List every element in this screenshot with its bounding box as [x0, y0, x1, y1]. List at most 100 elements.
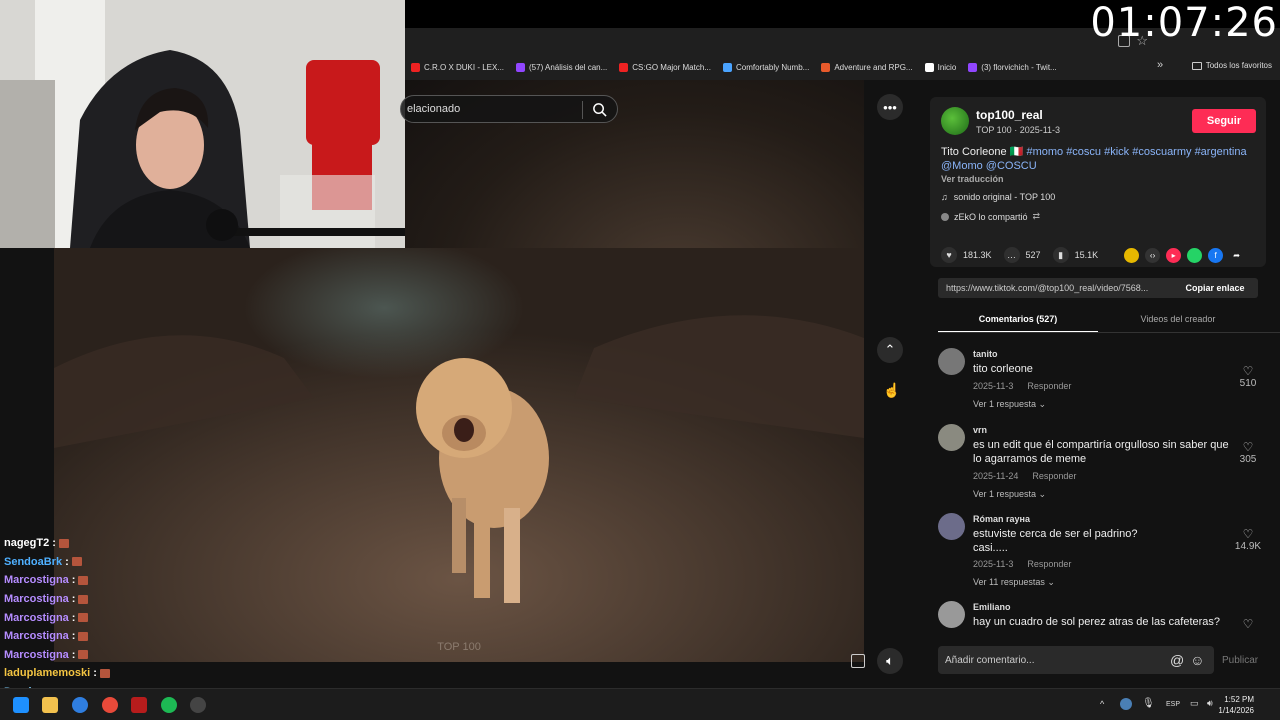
- bookmark-item[interactable]: Inicio: [924, 62, 956, 72]
- previous-video-button[interactable]: ⌃: [877, 337, 903, 363]
- language-indicator[interactable]: ESP: [1166, 701, 1180, 708]
- all-bookmarks-folder[interactable]: Todos los favoritos: [1191, 61, 1272, 70]
- facebook-icon[interactable]: f: [1208, 247, 1224, 263]
- network-icon[interactable]: ▭: [1190, 698, 1199, 709]
- chat-message: Marcostigna:: [0, 627, 292, 646]
- commenter-username[interactable]: tanito: [973, 349, 998, 359]
- tab-comments[interactable]: Comentarios (527): [938, 309, 1098, 333]
- view-replies-button[interactable]: Ver 11 respuestas ⌄: [973, 577, 1055, 588]
- creator-avatar[interactable]: [941, 107, 969, 135]
- translate-link[interactable]: Ver traducción: [941, 174, 1004, 184]
- post-actions: ♥ 181.3K … 527 ▮ 15.1K ‹› ▸ f ➦: [941, 245, 1261, 265]
- bookmark-item[interactable]: Comfortably Numb...: [722, 62, 809, 72]
- bookmark-label: Adventure and RPG...: [834, 62, 913, 72]
- commenter-avatar[interactable]: [938, 601, 965, 628]
- music-note-icon: ♫: [941, 192, 948, 202]
- volume-button[interactable]: 🔈︎: [877, 648, 903, 674]
- floating-player-icon[interactable]: [851, 654, 865, 668]
- tab-creator-videos[interactable]: Videos del creador: [1098, 309, 1258, 333]
- edge-icon[interactable]: [72, 697, 88, 713]
- chat-emote-icon: [78, 631, 89, 641]
- view-replies-button[interactable]: Ver 1 respuesta ⌄: [973, 489, 1046, 500]
- chat-separator: :: [52, 537, 56, 550]
- stream-chat: nagegT2: SendoaBrk: Marcostigna: Marcostign…: [0, 534, 292, 698]
- comment-count: 527: [1025, 250, 1041, 260]
- commenter-username[interactable]: Róman raуна: [973, 514, 1030, 524]
- share-arrow-icon[interactable]: ➦: [1229, 248, 1244, 263]
- bookmark-favicon-icon: [924, 62, 934, 72]
- bookmark-item[interactable]: CS:GO Major Match...: [619, 62, 711, 72]
- search-icon[interactable]: [592, 102, 607, 117]
- bookmark-item[interactable]: (57) Análisis del can...: [516, 62, 608, 72]
- comment-button[interactable]: … 527: [1003, 247, 1041, 263]
- bookmark-item[interactable]: Adventure and RPG...: [821, 62, 913, 72]
- obs-icon[interactable]: [190, 697, 206, 713]
- commenter-username[interactable]: Emiliano: [973, 602, 1011, 612]
- chat-message: nagegT2:: [0, 534, 292, 553]
- commenter-avatar[interactable]: [938, 348, 965, 375]
- chat-username[interactable]: nagegT2: [4, 537, 49, 549]
- taskbar-clock[interactable]: 1:52 PM 1/14/2026: [1218, 694, 1254, 716]
- commenter-avatar[interactable]: [938, 424, 965, 451]
- view-replies-button[interactable]: Ver 1 respuesta ⌄: [973, 399, 1046, 410]
- comment-like-button[interactable]: ♡: [1233, 617, 1263, 631]
- chat-separator: :: [93, 667, 97, 680]
- microphone-icon[interactable]: 🎙︎: [1142, 698, 1155, 709]
- repost-icon: ⇄: [1032, 211, 1041, 221]
- bookmark-label: (3) florvichich - Twit...: [981, 62, 1057, 72]
- bookmark-label: C.R.O X DUKI - LEX...: [424, 62, 505, 72]
- reply-button[interactable]: Responder: [1027, 559, 1071, 569]
- whatsapp-icon[interactable]: [1187, 247, 1203, 263]
- app-icon[interactable]: [131, 697, 147, 713]
- bookmarks-bar: C.R.O X DUKI - LEX... (57) Análisis del c…: [405, 54, 1280, 80]
- sound-link[interactable]: ♫ sonido original - TOP 100: [941, 192, 1055, 202]
- copy-link-button[interactable]: Copiar enlace: [1172, 278, 1258, 298]
- embed-icon[interactable]: ‹›: [1145, 247, 1161, 263]
- comment-like-button[interactable]: ♡ 14.9K: [1233, 527, 1263, 552]
- coin-icon[interactable]: [1124, 247, 1140, 263]
- creator-username[interactable]: top100_real: [976, 108, 1043, 122]
- heart-icon: ♥: [941, 247, 957, 263]
- view-replies-label: Ver 1 respuesta: [973, 489, 1037, 499]
- commenter-username[interactable]: vrn: [973, 425, 987, 435]
- comment-date: 2025-11-24: [973, 471, 1019, 481]
- reply-button[interactable]: Responder: [1032, 471, 1076, 481]
- follow-button[interactable]: Seguir: [1192, 109, 1256, 133]
- chat-username[interactable]: Marcostigna: [4, 574, 69, 586]
- comment-item: Emiliano hay un cuadro de sol perez atras…: [938, 601, 1263, 631]
- mention-icon[interactable]: @: [1170, 652, 1184, 668]
- publish-button[interactable]: Publicar: [1222, 655, 1258, 666]
- windows-start-icon[interactable]: [13, 697, 29, 713]
- search-bar[interactable]: elacionado: [400, 95, 618, 123]
- search-input[interactable]: elacionado: [407, 103, 460, 115]
- chat-username[interactable]: Marcostigna: [4, 649, 69, 661]
- comment-like-button[interactable]: ♡ 305: [1233, 440, 1263, 465]
- bookmark-label: (57) Análisis del can...: [529, 62, 608, 72]
- file-explorer-icon[interactable]: [42, 697, 58, 713]
- save-button[interactable]: ▮ 15.1K: [1052, 247, 1098, 263]
- chat-username[interactable]: laduplamemoski: [4, 667, 90, 679]
- chat-username[interactable]: SendoaBrk: [4, 556, 62, 568]
- reply-button[interactable]: Responder: [1027, 381, 1071, 391]
- chat-username[interactable]: Marcostigna: [4, 593, 69, 605]
- comment-text: hay un cuadro de sol perez atras de las …: [973, 616, 1221, 628]
- chat-username[interactable]: Marcostigna: [4, 612, 69, 624]
- steam-icon[interactable]: [1120, 698, 1132, 710]
- spotify-icon[interactable]: [161, 697, 177, 713]
- chat-emote-icon: [99, 668, 110, 678]
- comment-meta: 2025-11-3 Responder: [973, 381, 1071, 391]
- bookmark-item[interactable]: (3) florvichich - Twit...: [968, 62, 1057, 72]
- chrome-icon[interactable]: [102, 697, 118, 713]
- bookmark-item[interactable]: C.R.O X DUKI - LEX...: [411, 62, 505, 72]
- chat-username[interactable]: Marcostigna: [4, 630, 69, 642]
- comment-text: tito corleone: [973, 363, 1033, 375]
- more-options-button[interactable]: •••: [877, 94, 903, 120]
- tray-expand-icon[interactable]: ^: [1100, 699, 1104, 709]
- speaker-icon[interactable]: 🔊︎: [1207, 698, 1213, 709]
- bookmarks-overflow-icon[interactable]: »: [1157, 59, 1163, 71]
- send-icon[interactable]: ▸: [1166, 247, 1182, 263]
- emoji-icon[interactable]: ☺: [1190, 652, 1204, 668]
- comment-like-button[interactable]: ♡ 510: [1233, 364, 1263, 389]
- like-button[interactable]: ♥ 181.3K: [941, 247, 992, 263]
- commenter-avatar[interactable]: [938, 513, 965, 540]
